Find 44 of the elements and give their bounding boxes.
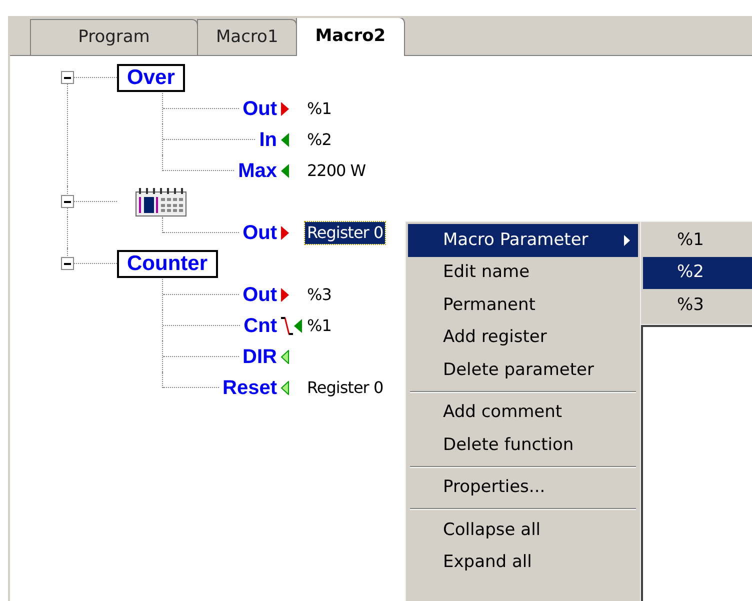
parameter-label[interactable]: Cnt <box>240 316 281 336</box>
input-arrow-icon <box>281 380 289 394</box>
menu-item[interactable]: Permanent <box>408 289 638 322</box>
parameter-label[interactable]: Out <box>238 98 281 118</box>
menu-item[interactable]: Delete parameter <box>408 354 638 386</box>
collapse-toggle[interactable] <box>61 195 74 208</box>
parameter-label[interactable]: DIR <box>238 346 281 366</box>
menu-item[interactable]: Add comment <box>408 396 638 429</box>
calendar-grid-icon[interactable] <box>135 186 187 216</box>
parameter-value[interactable]: %1 <box>305 314 334 336</box>
output-arrow-icon <box>281 288 289 302</box>
collapse-toggle[interactable] <box>61 257 74 270</box>
parameter-value[interactable]: %2 <box>305 128 334 150</box>
menu-item[interactable]: Expand all <box>408 546 638 579</box>
parameter-label[interactable]: In <box>255 130 281 150</box>
input-arrow-icon <box>281 350 289 364</box>
output-arrow-icon <box>281 226 289 240</box>
parameter-value[interactable]: %3 <box>305 284 334 306</box>
parameter-value[interactable]: 2200 W <box>305 160 368 182</box>
parameter-label[interactable]: Reset <box>218 378 281 398</box>
menu-item[interactable]: Edit name <box>408 256 638 289</box>
menu-item[interactable]: %3 <box>643 289 752 322</box>
menu-item[interactable]: Macro Parameter <box>408 224 638 256</box>
menu-item[interactable]: Collapse all <box>408 514 638 546</box>
parameter-label[interactable]: Max <box>234 160 281 180</box>
menu-item[interactable]: %1 <box>643 224 752 256</box>
parameter-value[interactable]: Register 0 <box>305 222 386 244</box>
menu-item[interactable]: Properties... <box>408 472 638 504</box>
function-block[interactable]: Over <box>117 64 185 92</box>
menu-item[interactable]: %2 <box>643 256 752 289</box>
tab[interactable]: Macro2 <box>296 17 405 56</box>
tab[interactable]: Program <box>30 19 198 55</box>
parameter-label[interactable]: Out <box>238 222 281 242</box>
input-arrow-icon <box>294 318 302 332</box>
menu-item[interactable]: Delete function <box>408 429 638 462</box>
parameter-value[interactable]: Register 0 <box>305 376 386 398</box>
parameter-value[interactable]: %1 <box>305 98 334 120</box>
output-arrow-icon <box>281 102 289 116</box>
collapse-toggle[interactable] <box>61 71 74 84</box>
input-arrow-icon <box>281 132 289 146</box>
parameter-label[interactable]: Out <box>238 284 281 304</box>
menu-item[interactable]: Add register <box>408 322 638 354</box>
input-arrow-icon <box>281 164 289 178</box>
function-block[interactable]: Counter <box>117 250 218 278</box>
